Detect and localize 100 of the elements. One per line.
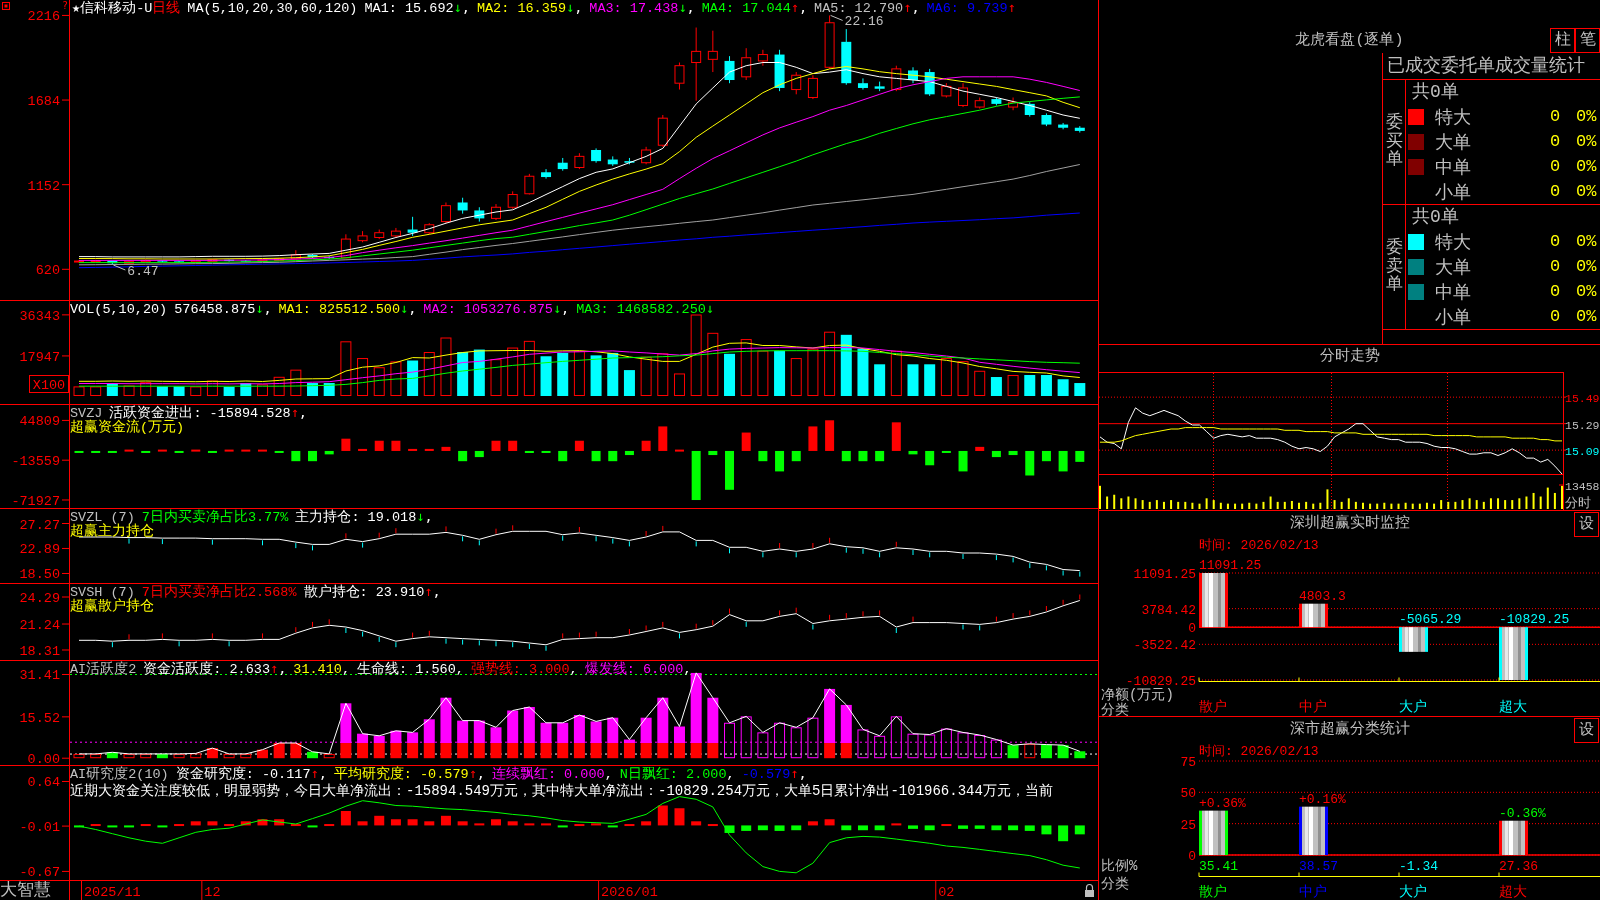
axis-label: 27.27	[19, 517, 60, 533]
indicator-label: MA6: 9.739	[926, 2, 1008, 16]
indicator-label: 31.410,	[293, 663, 351, 677]
order-count: 0	[1548, 107, 1562, 126]
indicator-name: 超赢主力持仓	[70, 525, 154, 539]
axis-label: -0.67	[19, 865, 60, 881]
order-share: 0%	[1576, 232, 1598, 251]
indicator-label: 生命线: 1.560,	[357, 663, 464, 677]
change-label: +0.16%	[1299, 791, 1346, 807]
trend-arrow: ↓	[705, 301, 714, 315]
annotation: 6.47	[127, 264, 159, 280]
trend-arrow: ↓,	[552, 301, 570, 315]
category-label: 散户	[1199, 699, 1227, 715]
order-share: 0%	[1576, 107, 1598, 126]
axis-label: 0	[1188, 849, 1196, 864]
order-count: 0	[1548, 232, 1562, 251]
time-label: 时间: 2026/02/13	[1199, 744, 1319, 759]
indicator-label: MA1: 15.692	[364, 2, 454, 16]
order-total: 共0单	[1412, 207, 1459, 227]
stock-name: ★信科移动-U	[72, 2, 153, 16]
value-label: 11091.25	[1199, 558, 1262, 573]
axis-label: -10829.25	[1125, 674, 1196, 689]
axis-label: 31.41	[19, 668, 60, 684]
indicator-label: -0.579	[741, 768, 791, 782]
price-annotation: 6.47	[112, 264, 159, 279]
period-label: 日线	[152, 2, 181, 16]
trend-arrow: ↑,	[424, 584, 441, 598]
category-label: 大户	[1399, 699, 1427, 715]
axis-label: 15.49	[1565, 392, 1600, 406]
axis-label: 2216	[27, 9, 60, 25]
order-total: 共0单	[1412, 82, 1459, 102]
indicator-label: MA5: 12.790	[814, 2, 904, 16]
annotation: 22.16	[844, 14, 884, 30]
indicator-label: VOL(5,10,20)	[70, 303, 168, 317]
axis-label: 25	[1180, 817, 1196, 833]
trend-arrow: ↑,	[790, 766, 807, 780]
category-label: 散户	[1199, 884, 1227, 900]
trend-arrow: ↓,	[416, 509, 433, 523]
trend-arrow: ↑,	[468, 766, 485, 780]
indicator-label: MA(5,10,20,30,60,120)	[187, 2, 358, 16]
order-count: 0	[1548, 257, 1562, 276]
date-label: 12	[204, 885, 221, 900]
axis-label: 75	[1180, 755, 1196, 770]
axis-label: 3784.42	[1141, 602, 1196, 618]
indicator-label: N日飘红: 2.000,	[619, 768, 735, 782]
axis-label: 24.29	[19, 591, 60, 606]
app-logo: 大智慧	[0, 881, 52, 900]
axis-title: 比例%	[1101, 858, 1138, 874]
trend-arrow: ↑	[1007, 0, 1016, 14]
trend-arrow: ↓,	[255, 301, 272, 315]
indicator-label: 散户持仓: 23.910	[303, 586, 425, 600]
time-label: 时间: 2026/02/13	[1199, 538, 1319, 553]
order-size-label: 特大	[1434, 106, 1472, 129]
date-label: 02	[938, 885, 955, 900]
value-label: 38.57	[1299, 859, 1338, 874]
change-label: -0.36%	[1499, 805, 1546, 821]
order-size-label: 小单	[1434, 181, 1472, 204]
category-label: 超大	[1499, 699, 1527, 715]
indicator-label: AI活跃度2	[70, 663, 137, 677]
axis-label: 1684	[27, 94, 60, 110]
order-share: 0%	[1576, 132, 1598, 151]
section-title: 深市超赢分类统计	[1289, 719, 1410, 740]
indicator-label: 强势线: 3.000,	[470, 663, 578, 677]
indicator-label: 576458.875	[174, 303, 256, 317]
axis-label: 44809	[19, 414, 60, 430]
axis-label: 1152	[27, 178, 60, 194]
axis-label: 15.29	[1565, 418, 1600, 432]
axis-label: 17947	[19, 349, 60, 365]
trend-arrow: ↑,	[310, 766, 327, 780]
trend-arrow: ↑,	[790, 0, 808, 14]
value-label: 35.41	[1199, 859, 1238, 874]
axis-label: -71927	[11, 494, 60, 508]
axis-title: 分类	[1101, 876, 1129, 892]
value-label: -1.34	[1399, 859, 1438, 874]
order-count: 0	[1548, 307, 1562, 326]
order-count: 0	[1548, 182, 1562, 201]
unit-label: X100	[29, 375, 69, 393]
date-label: 2025/11	[84, 885, 141, 900]
indicator-label: 7日内买卖净占比2.568%	[141, 586, 297, 600]
indicator-label: MA2: 16.359	[476, 2, 566, 16]
indicator-label: MA2: 1053276.875	[423, 303, 553, 317]
trend-arrow: ↓,	[400, 301, 417, 315]
axis-label: 0.00	[27, 752, 60, 765]
category-label: 中户	[1299, 884, 1327, 900]
order-size-label: 特大	[1434, 231, 1472, 254]
order-share: 0%	[1576, 307, 1598, 326]
order-size-label: 大单	[1434, 131, 1472, 154]
axis-label: 36343	[19, 308, 60, 324]
axis-title: 净额(万元)	[1101, 687, 1174, 703]
trend-arrow: ↓,	[678, 0, 695, 14]
trend-arrow: ↑,	[903, 0, 920, 14]
trend-arrow: ↑,	[290, 405, 307, 419]
value-label: -5065.29	[1399, 612, 1462, 628]
axis-title: 分时	[1565, 496, 1591, 510]
indicator-label: 资金研究度: -0.117	[175, 768, 311, 782]
indicator-label: 爆发线: 6.000,	[584, 663, 692, 677]
order-count: 0	[1548, 157, 1562, 176]
table-title: 已成交委托单成交量统计	[1383, 53, 1600, 80]
axis-label: 620	[35, 263, 60, 279]
price-annotation: 22.16	[830, 14, 884, 30]
